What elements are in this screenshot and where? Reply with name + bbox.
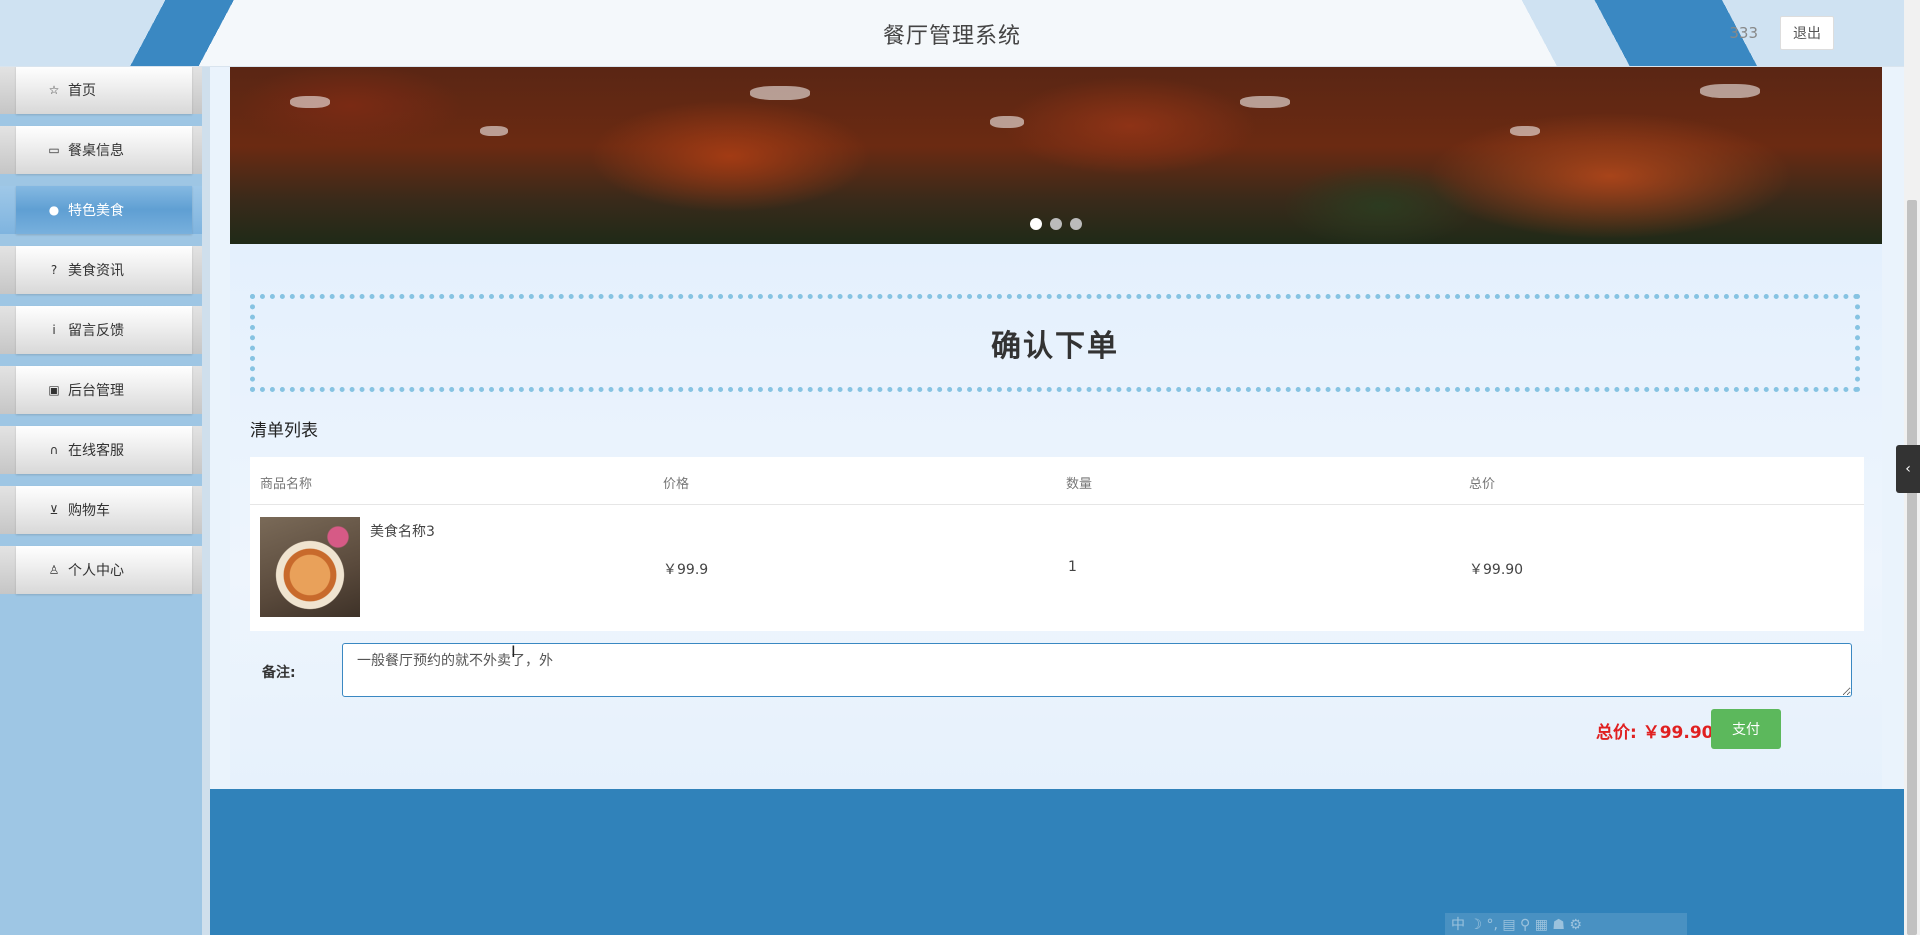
sidebar-item-label: 首页 — [68, 83, 96, 99]
pay-button[interactable]: 支付 — [1711, 709, 1781, 749]
sidebar: ☆ 首页 ▭ 餐桌信息 ● 特色美食 ? 美食资讯 i 留言反馈 ▣ 后台管理 … — [0, 66, 210, 935]
ime-toolbar[interactable]: 中 ☽ °, ▤ ⚲ ▦ ☗ ⚙ — [1445, 913, 1687, 935]
briefcase-icon: ▣ — [48, 383, 60, 397]
carousel-indicators — [1030, 218, 1082, 230]
sidebar-item-cart[interactable]: ⊻ 购物车 — [0, 486, 210, 534]
sidebar-item-label: 美食资讯 — [68, 263, 124, 279]
sidebar-item-label: 餐桌信息 — [68, 143, 124, 159]
sidebar-item-tables[interactable]: ▭ 餐桌信息 — [0, 126, 210, 174]
order-confirm-panel: 确认下单 清单列表 商品名称 价格 数量 总价 美食名称3 ￥99.9 1 ￥9… — [230, 244, 1882, 789]
chevron-left-icon[interactable]: ‹ — [1896, 445, 1920, 493]
sidebar-item-online-service[interactable]: ∩ 在线客服 — [0, 426, 210, 474]
sidebar-item-home[interactable]: ☆ 首页 — [0, 66, 210, 114]
table-row: 美食名称3 ￥99.9 1 ￥99.90 — [250, 505, 1864, 631]
confirm-title-box: 确认下单 — [250, 294, 1860, 392]
sidebar-item-profile[interactable]: ♙ 个人中心 — [0, 546, 210, 594]
info-icon: i — [52, 323, 56, 337]
sidebar-item-label: 购物车 — [68, 503, 110, 519]
sidebar-item-admin[interactable]: ▣ 后台管理 — [0, 366, 210, 414]
food-subtotal: ￥99.90 — [1469, 562, 1524, 578]
cart-icon: ⊻ — [49, 503, 59, 517]
question-circle-icon: ? — [50, 263, 58, 277]
remark-label: 备注: — [262, 665, 296, 681]
sidebar-item-label: 留言反馈 — [68, 323, 124, 339]
logout-button[interactable]: 退出 — [1780, 16, 1834, 50]
sidebar-item-label: 特色美食 — [68, 203, 124, 219]
food-name: 美食名称3 — [370, 524, 435, 540]
column-header-quantity: 数量 — [1066, 477, 1093, 492]
order-table: 商品名称 价格 数量 总价 美食名称3 ￥99.9 1 ￥99.90 — [250, 457, 1864, 631]
total-price: 总价: ￥99.90 — [1596, 723, 1714, 743]
sidebar-item-label: 后台管理 — [68, 383, 124, 399]
table-header: 商品名称 价格 数量 总价 — [250, 457, 1864, 505]
food-quantity: 1 — [1068, 559, 1077, 575]
column-header-name: 商品名称 — [260, 477, 313, 492]
user-icon: ♙ — [48, 563, 60, 577]
star-icon: ☆ — [48, 83, 60, 97]
bag-icon: ▭ — [48, 143, 60, 157]
food-price: ￥99.9 — [663, 562, 709, 578]
headset-icon: ∩ — [49, 443, 59, 457]
text-cursor-icon: I — [511, 642, 516, 661]
food-image — [260, 517, 360, 617]
sidebar-item-food-news[interactable]: ? 美食资讯 — [0, 246, 210, 294]
column-header-price: 价格 — [663, 477, 690, 492]
banner-carousel[interactable] — [230, 66, 1882, 244]
list-title: 清单列表 — [250, 421, 318, 441]
sidebar-item-label: 在线客服 — [68, 443, 124, 459]
sidebar-item-featured-food[interactable]: ● 特色美食 — [0, 186, 210, 234]
current-username: 333 — [1729, 24, 1758, 42]
scrollbar-thumb[interactable] — [1907, 200, 1917, 935]
info-circle-icon: ● — [48, 203, 60, 217]
sidebar-item-feedback[interactable]: i 留言反馈 — [0, 306, 210, 354]
remark-textarea[interactable] — [342, 643, 1852, 697]
column-header-total: 总价 — [1469, 477, 1496, 492]
carousel-dot-1[interactable] — [1030, 218, 1042, 230]
sidebar-item-label: 个人中心 — [68, 563, 124, 579]
top-header: 餐厅管理系统 333 退出 — [0, 0, 1904, 67]
page-title: 确认下单 — [991, 329, 1119, 364]
app-title: 餐厅管理系统 — [882, 24, 1021, 49]
carousel-dot-3[interactable] — [1070, 218, 1082, 230]
carousel-dot-2[interactable] — [1050, 218, 1062, 230]
